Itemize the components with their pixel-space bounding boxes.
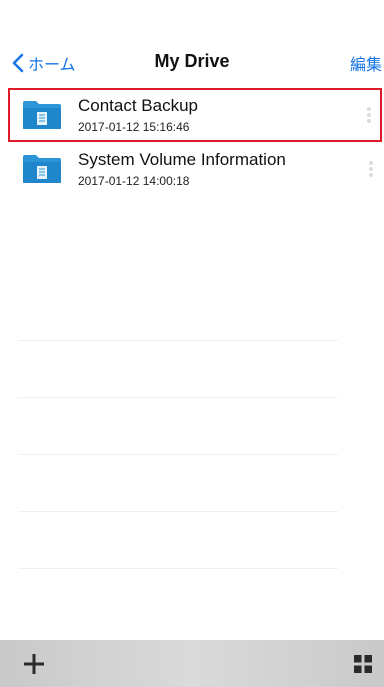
edit-button[interactable]: 編集 xyxy=(350,51,384,75)
empty-list-background xyxy=(18,340,338,625)
more-options-icon[interactable] xyxy=(364,160,378,178)
more-options-icon[interactable] xyxy=(362,106,376,124)
folder-icon xyxy=(23,101,61,129)
file-date: 2017-01-12 14:00:18 xyxy=(78,174,190,188)
plus-icon[interactable] xyxy=(22,652,46,676)
list-item[interactable]: System Volume Information 2017-01-12 14:… xyxy=(0,142,384,196)
screen: ホーム My Drive 編集 Contact Backup 2017-01-1… xyxy=(0,0,384,687)
bottom-toolbar xyxy=(0,640,384,687)
list-item[interactable]: Contact Backup 2017-01-12 15:16:46 xyxy=(8,88,382,142)
file-name: System Volume Information xyxy=(78,150,286,169)
folder-icon xyxy=(23,155,61,183)
file-name: Contact Backup xyxy=(78,96,199,115)
status-bar xyxy=(0,0,384,20)
page-title: My Drive xyxy=(154,51,230,71)
navigation-bar: ホーム My Drive 編集 xyxy=(0,20,384,88)
file-date: 2017-01-12 15:16:46 xyxy=(78,120,190,134)
grid-view-icon[interactable] xyxy=(354,655,372,673)
file-list: Contact Backup 2017-01-12 15:16:46 Syste… xyxy=(0,88,384,196)
